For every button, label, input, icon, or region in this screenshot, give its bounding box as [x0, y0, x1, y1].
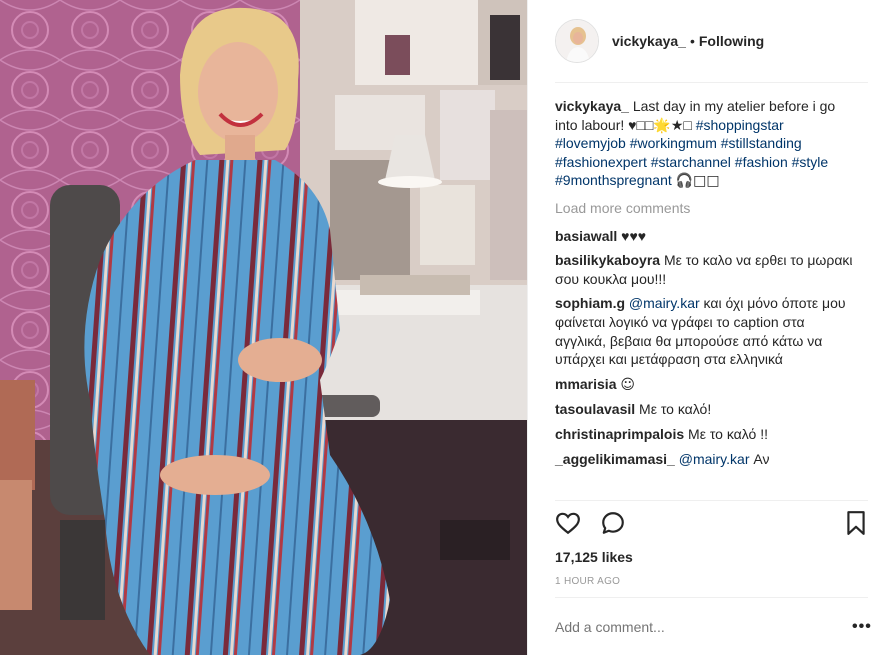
comment-username[interactable]: christinaprimpalois	[555, 426, 684, 442]
comment-username[interactable]: basiawall	[555, 228, 617, 244]
action-bar	[555, 510, 869, 538]
header-divider	[555, 82, 868, 83]
photo-illustration	[0, 0, 527, 655]
ellipsis-icon[interactable]: •••	[852, 619, 872, 635]
post-side-panel: vickykaya_ • Following vickykaya_ Last d…	[527, 0, 876, 655]
hashtag-link[interactable]: #fashion	[735, 154, 788, 170]
likes-count[interactable]: 17,125 likes	[555, 549, 633, 565]
hashtag-link[interactable]: #lovemyjob	[555, 135, 626, 151]
comment-username[interactable]: mmarisia	[555, 376, 616, 392]
load-more-comments-button[interactable]: Load more comments	[555, 199, 855, 218]
comment-username[interactable]: _aggelikimamasi_	[555, 451, 675, 467]
post-photo[interactable]	[0, 0, 527, 655]
caption: vickykaya_ Last day in my atelier before…	[555, 97, 855, 191]
post-timestamp[interactable]: 1 HOUR AGO	[555, 576, 620, 587]
comment-item: tasoulavasil Με το καλό!	[555, 400, 855, 419]
hashtag-link[interactable]: #stillstanding	[721, 135, 802, 151]
comment-text: ☺	[620, 376, 635, 393]
bookmark-icon[interactable]	[845, 510, 867, 539]
comment-item: mmarisia ☺	[555, 375, 855, 395]
comment-item: christinaprimpalois Με το καλό !!	[555, 425, 855, 444]
comments-list: vickykaya_ Last day in my atelier before…	[555, 97, 855, 474]
caption-username[interactable]: vickykaya_	[555, 98, 629, 114]
mention-link[interactable]: @mairy.kar	[629, 295, 700, 311]
avatar[interactable]	[555, 19, 599, 63]
avatar-image	[556, 20, 598, 62]
comment-item: basiawall ♥♥♥	[555, 227, 855, 246]
hashtag-link[interactable]: #workingmum	[630, 135, 717, 151]
comment-text: Με το καλό!	[639, 401, 712, 418]
add-comment-divider	[555, 597, 868, 598]
header-bullet: •	[689, 33, 695, 49]
comment-icon[interactable]	[600, 510, 626, 539]
caption-emoji: 🎧□□	[675, 173, 720, 190]
mention-link[interactable]: @mairy.kar	[679, 451, 750, 467]
comment-username[interactable]: tasoulavasil	[555, 401, 635, 417]
hashtag-link[interactable]: #9monthspregnant	[555, 172, 672, 188]
following-button[interactable]: Following	[699, 33, 764, 49]
comment-item: _aggelikimamasi_ @mairy.kar Αν	[555, 450, 855, 469]
hashtag-link[interactable]: #shoppingstar	[696, 117, 784, 133]
hashtag-link[interactable]: #fashionexpert	[555, 154, 647, 170]
add-comment-input[interactable]	[555, 619, 815, 635]
comment-username[interactable]: sophiam.g	[555, 295, 625, 311]
comment-item: basilikykaboyra Με το καλο να ερθει το μ…	[555, 251, 855, 288]
post-header: vickykaya_ • Following	[528, 0, 876, 82]
comment-username[interactable]: basilikykaboyra	[555, 252, 660, 268]
heart-icon[interactable]	[555, 510, 581, 539]
hashtag-link[interactable]: #starchannel	[651, 154, 731, 170]
hashtag-link[interactable]: #style	[792, 154, 829, 170]
comment-item: sophiam.g @mairy.kar και όχι μόνο όποτε …	[555, 294, 855, 368]
comment-text: ♥♥♥	[621, 227, 647, 244]
header-username[interactable]: vickykaya_	[612, 33, 686, 49]
comment-text: Με το καλό !!	[688, 425, 769, 442]
comment-text: Αν	[753, 450, 770, 467]
actions-divider	[555, 500, 868, 501]
instagram-post-view: vickykaya_ • Following vickykaya_ Last d…	[0, 0, 876, 655]
